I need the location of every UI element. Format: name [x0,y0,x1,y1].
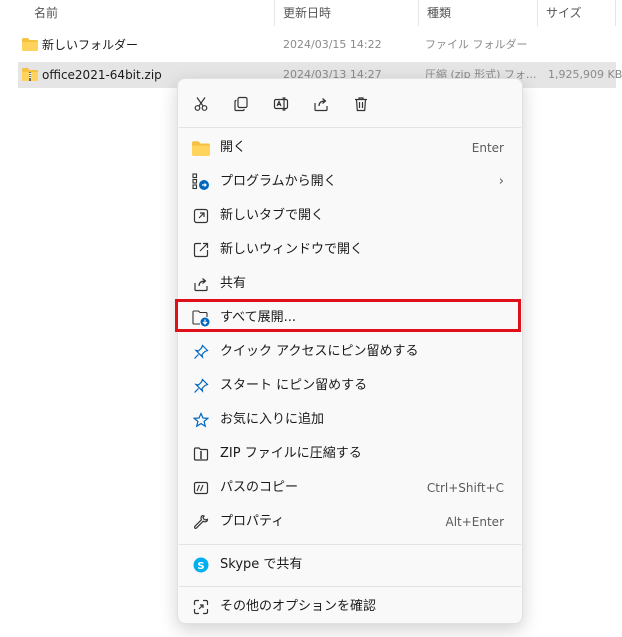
file-type: ファイル フォルダー [425,38,528,51]
menu-item-label: 共有 [220,276,247,291]
open-with-icon [192,173,210,191]
zip-icon [192,445,210,463]
menu-item-label: 開く [220,140,247,155]
cut-icon [193,96,209,112]
menu-item-label: すべて展開... [220,310,296,325]
extract-folder-icon [192,309,210,327]
delete-icon [353,96,369,112]
menu-separator [179,127,521,128]
menu-item-label: Skype で共有 [220,557,303,572]
skype-icon: S [192,556,210,574]
menu-item-label: スタート にピン留めする [220,378,368,393]
column-header-name[interactable]: 名前 [26,0,275,26]
column-header-row: 名前 更新日時 種類 サイズ [0,0,622,26]
menu-item-label: 新しいタブで開く [220,208,325,223]
new-window-icon [192,241,210,259]
file-size: 1,925,909 KB [548,68,622,81]
svg-text:S: S [197,561,204,572]
column-header-size[interactable]: サイズ [538,0,616,26]
zip-folder-icon [22,68,38,81]
file-row-folder[interactable]: 新しいフォルダー 2024/03/15 14:22 ファイル フォルダー [18,32,616,58]
folder-icon [192,139,210,157]
share-icon [192,275,210,293]
delete-button[interactable] [348,91,374,117]
rename-button[interactable] [268,91,294,117]
folder-icon [22,38,38,51]
menu-item-skype-share[interactable]: S Skype で共有 [182,549,518,581]
menu-item-shortcut: Ctrl+Shift+C [426,481,504,495]
chevron-right-icon: › [498,174,504,189]
menu-item-shortcut: Enter [471,141,504,155]
share-icon [313,96,329,112]
menu-item-open-new-tab[interactable]: 新しいタブで開く [182,200,518,232]
more-options-icon [192,598,210,616]
rename-icon [273,96,289,112]
menu-item-properties[interactable]: プロパティ Alt+Enter [182,506,518,538]
menu-item-label: ZIP ファイルに圧縮する [220,446,362,461]
copy-button[interactable] [228,91,254,117]
menu-separator [179,586,521,587]
new-tab-icon [192,207,210,225]
menu-item-label: クイック アクセスにピン留めする [220,344,419,359]
menu-item-add-favorites[interactable]: お気に入りに追加 [182,404,518,436]
menu-item-compress-zip[interactable]: ZIP ファイルに圧縮する [182,438,518,470]
menu-item-pin-start[interactable]: スタート にピン留めする [182,370,518,402]
copy-icon [233,96,249,112]
menu-item-open-with[interactable]: プログラムから開く › [182,166,518,198]
menu-item-share[interactable]: 共有 [182,268,518,300]
cut-button[interactable] [188,91,214,117]
pin-icon [192,377,210,395]
pin-icon [192,343,210,361]
menu-item-open-new-window[interactable]: 新しいウィンドウで開く [182,234,518,266]
wrench-icon [192,513,210,531]
menu-item-label: パスのコピー [220,480,299,495]
menu-item-label: プロパティ [220,514,285,529]
menu-item-extract-all[interactable]: すべて展開... [182,302,518,334]
file-modified: 2024/03/15 14:22 [283,38,382,51]
menu-item-pin-quick-access[interactable]: クイック アクセスにピン留めする [182,336,518,368]
column-header-modified[interactable]: 更新日時 [275,0,419,26]
file-name: office2021-64bit.zip [42,68,162,82]
menu-item-open[interactable]: 開く Enter [182,132,518,164]
menu-item-label: その他のオプションを確認 [220,599,377,614]
menu-item-shortcut: Alt+Enter [445,515,504,529]
share-button[interactable] [308,91,334,117]
menu-item-label: 新しいウィンドウで開く [220,242,364,257]
menu-separator [179,544,521,545]
menu-item-label: お気に入りに追加 [220,412,325,427]
star-icon [192,411,210,429]
menu-item-more-options[interactable]: その他のオプションを確認 [182,591,518,623]
copy-path-icon [192,479,210,497]
column-header-type[interactable]: 種類 [419,0,538,26]
quick-action-bar [178,79,522,127]
context-menu: 開く Enter プログラムから開く › 新しいタブで開く 新しいウィンドウで開… [177,78,523,624]
menu-item-label: プログラムから開く [220,174,337,189]
menu-item-copy-path[interactable]: パスのコピー Ctrl+Shift+C [182,472,518,504]
file-name: 新しいフォルダー [42,38,139,52]
